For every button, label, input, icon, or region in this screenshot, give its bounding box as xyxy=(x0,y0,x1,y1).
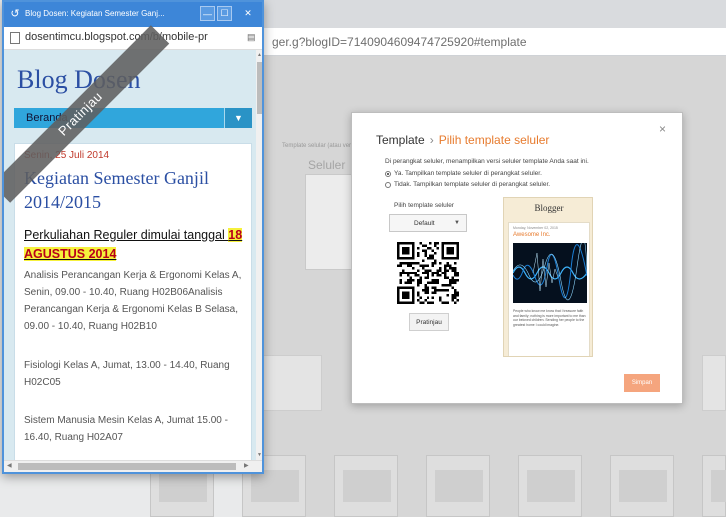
scroll-left-icon[interactable]: ◀ xyxy=(7,462,12,469)
window-titlebar[interactable]: ↺ Blog Dosen: Kegiatan Semester Ganj... … xyxy=(4,2,262,27)
option-yes-label: Ya. Tampilkan template seluler di perang… xyxy=(394,170,542,177)
preview-body-text: People who know me know that I treasure … xyxy=(513,309,586,327)
background-seluler-label: Seluler xyxy=(308,158,346,172)
breadcrumb-separator: › xyxy=(429,133,434,147)
url-text[interactable]: dosentimcu.blogspot.com/b/mobile-pr xyxy=(25,31,208,43)
vertical-scrollbar[interactable]: ▲ ▼ xyxy=(256,50,262,460)
preview-post-title: Awesome Inc. xyxy=(513,232,551,238)
post-subtitle: Perkuliahan Reguler dimulai tanggal 18 A… xyxy=(24,226,248,264)
background-thumbnail[interactable] xyxy=(426,455,490,517)
breadcrumb-current: Pilih template seluler xyxy=(438,133,550,147)
maximize-button[interactable]: ☐ xyxy=(217,6,232,21)
radio-selected-icon[interactable] xyxy=(385,170,391,177)
mobile-preview-window: ↺ Blog Dosen: Kegiatan Semester Ganj... … xyxy=(2,0,264,474)
breadcrumb-root[interactable]: Template xyxy=(376,133,425,147)
preview-date: Monday, November 02, 2015 xyxy=(513,226,558,230)
chevron-down-icon: ▼ xyxy=(454,220,460,226)
option-yes-radio[interactable]: Ya. Tampilkan template seluler di perang… xyxy=(385,170,542,177)
background-browser-tabstrip xyxy=(262,0,726,28)
minimize-button[interactable]: — xyxy=(200,6,215,21)
option-no-radio[interactable]: Tidak. Tampilkan template seluler di per… xyxy=(385,181,550,188)
mobile-template-dialog: × Template › Pilih template seluler Di per… xyxy=(351,112,683,404)
scroll-down-icon[interactable]: ▼ xyxy=(257,452,262,458)
preview-post: Monday, November 02, 2015 Awesome Inc. P… xyxy=(508,222,590,356)
dialog-breadcrumb: Template › Pilih template seluler xyxy=(376,133,549,147)
pick-template-label: Pilih template seluler xyxy=(394,202,454,209)
scroll-up-icon[interactable]: ▲ xyxy=(257,52,262,58)
post-paragraph: Analisis Perancangan Kerja & Ergonomi Ke… xyxy=(24,270,242,332)
preview-blog-name: Blogger xyxy=(534,203,564,213)
post-paragraph: Sistem Manusia Mesin Kelas A, Jumat 15.0… xyxy=(24,415,228,443)
chevron-down-icon[interactable]: ▼ xyxy=(224,108,252,128)
background-thumbnail xyxy=(702,355,726,411)
radio-unselected-icon[interactable] xyxy=(385,181,391,188)
vertical-scroll-thumb[interactable] xyxy=(257,62,262,114)
horizontal-scrollbar[interactable]: ◀ ▶ xyxy=(4,460,262,472)
template-select[interactable]: Default ▼ xyxy=(389,214,467,232)
background-url-text: ger.g?blogID=7140904609474725920#templat… xyxy=(272,35,527,49)
page-icon xyxy=(10,32,20,44)
translate-icon[interactable]: ▤ xyxy=(247,32,259,44)
dialog-description: Di perangkat seluler, menampilkan versi … xyxy=(385,158,589,165)
window-title: Blog Dosen: Kegiatan Semester Ganj... xyxy=(25,9,165,18)
background-template-card xyxy=(305,174,357,270)
post-subtitle-text: Perkuliahan Reguler dimulai tanggal xyxy=(24,228,229,242)
mobile-page: Blog Dosen Beranda ▼ Senin, 25 Juli 2014… xyxy=(4,50,256,460)
save-button[interactable]: Simpan xyxy=(624,374,660,392)
preview-soundwave-image xyxy=(513,243,587,303)
background-thumbnail[interactable] xyxy=(610,455,674,517)
background-thumbnail[interactable] xyxy=(702,455,726,517)
post-title[interactable]: Kegiatan Semester Ganjil 2014/2015 xyxy=(24,166,248,214)
preview-button[interactable]: Pratinjau xyxy=(409,313,449,331)
close-button[interactable]: ✕ xyxy=(235,6,261,21)
background-thumbnail[interactable] xyxy=(518,455,582,517)
scroll-right-icon[interactable]: ▶ xyxy=(244,462,249,469)
template-select-value: Default xyxy=(414,219,435,227)
mobile-template-preview: Blogger Monday, November 02, 2015 Awesom… xyxy=(503,197,593,357)
background-thumbnail[interactable] xyxy=(334,455,398,517)
blog-post: Senin, 25 Juli 2014 Kegiatan Semester Ga… xyxy=(14,143,252,460)
close-icon[interactable]: × xyxy=(659,122,666,136)
option-no-label: Tidak. Tampilkan template seluler di per… xyxy=(394,181,551,188)
background-thumbnail xyxy=(262,355,322,411)
horizontal-scroll-thumb[interactable] xyxy=(18,463,236,470)
post-paragraph: Fisiologi Kelas A, Jumat, 13.00 - 14.40,… xyxy=(24,360,230,388)
browser-window-icon: ↺ xyxy=(10,8,20,20)
qr-code-image xyxy=(397,242,459,304)
